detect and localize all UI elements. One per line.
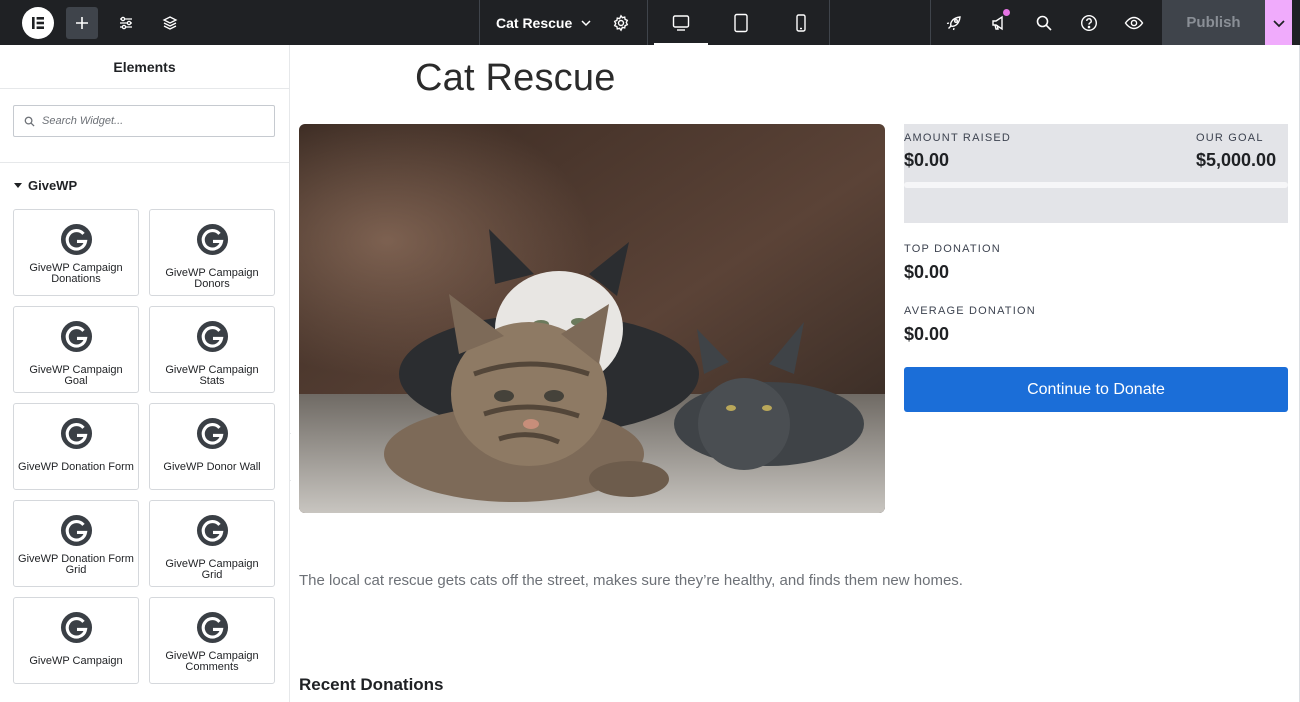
tablet-icon — [734, 13, 748, 32]
givewp-icon — [60, 223, 92, 256]
average-donation-stat: AVERAGE DONATION $0.00 — [904, 305, 1288, 345]
widget-card[interactable]: GiveWP Campaign Donors — [149, 209, 275, 296]
chevron-down-icon[interactable] — [580, 17, 592, 29]
editor-canvas: Cat Rescue AMOUNT RAISED $0.00 OUR GOAL … — [291, 45, 1300, 702]
widget-label: GiveWP Donation Form Grid — [18, 553, 134, 576]
givewp-icon — [60, 417, 92, 450]
widget-card[interactable]: GiveWP Campaign — [13, 597, 139, 684]
elements-panel: Elements Search Widget... GiveWP GiveWP … — [0, 45, 290, 702]
category-givewp-toggle[interactable]: GiveWP — [0, 163, 289, 207]
top-donation-stat: TOP DONATION $0.00 — [904, 243, 1288, 283]
givewp-icon — [60, 611, 92, 644]
top-donation-label: TOP DONATION — [904, 243, 1001, 255]
page-title[interactable]: Cat Rescue — [415, 57, 616, 100]
amount-raised-label: AMOUNT RAISED — [904, 132, 1012, 144]
campaign-description: The local cat rescue gets cats off the s… — [299, 572, 963, 589]
amount-raised-value: $0.00 — [904, 150, 950, 170]
widget-card[interactable]: GiveWP Campaign Comments — [149, 597, 275, 684]
panel-title: Elements — [0, 45, 289, 89]
layers-icon — [162, 15, 178, 30]
mobile-mode-button[interactable] — [774, 0, 828, 45]
mobile-icon — [796, 13, 806, 32]
publish-options-button[interactable] — [1265, 0, 1292, 45]
elementor-logo-icon[interactable] — [22, 6, 54, 39]
widget-card[interactable]: GiveWP Campaign Grid — [149, 500, 275, 587]
desktop-mode-button[interactable] — [654, 0, 708, 45]
givewp-icon — [60, 320, 92, 353]
top-bar-spacer — [830, 0, 931, 45]
gear-icon[interactable] — [612, 13, 630, 32]
widget-label: GiveWP Campaign Donations — [29, 262, 123, 285]
campaign-stats: AMOUNT RAISED $0.00 OUR GOAL $5,000.00 T… — [904, 124, 1288, 412]
givewp-icon — [196, 320, 228, 353]
goal-progress-bar — [904, 182, 1288, 188]
our-goal-value: $5,000.00 — [1196, 150, 1277, 170]
givewp-icon — [196, 611, 228, 644]
givewp-icon — [196, 223, 228, 256]
widget-label: GiveWP Campaign Stats — [165, 364, 259, 387]
desktop-icon — [672, 14, 690, 31]
widget-grid: GiveWP Campaign Donations GiveWP Campaign… — [13, 209, 275, 684]
widget-card[interactable]: GiveWP Donation Form — [13, 403, 139, 490]
document-title[interactable]: Cat Rescue — [496, 15, 572, 31]
widget-search-wrapper: Search Widget... — [0, 89, 289, 163]
widget-label: GiveWP Campaign — [29, 655, 123, 667]
publish-button[interactable]: Publish — [1162, 0, 1265, 45]
preview-eye-icon[interactable] — [1111, 0, 1156, 45]
continue-to-donate-button[interactable]: Continue to Donate — [904, 367, 1288, 412]
document-settings-group: Cat Rescue — [480, 0, 648, 45]
widget-label: GiveWP Campaign Donors — [165, 267, 259, 290]
our-goal-label: OUR GOAL — [1196, 132, 1264, 144]
widget-label: GiveWP Campaign Comments — [165, 650, 259, 673]
announcement-icon[interactable] — [976, 0, 1021, 45]
search-placeholder: Search Widget... — [42, 115, 124, 127]
widget-card[interactable]: GiveWP Campaign Donations — [13, 209, 139, 296]
widget-card[interactable]: GiveWP Donation Form Grid — [13, 500, 139, 587]
help-icon[interactable] — [1066, 0, 1111, 45]
structure-button[interactable] — [154, 7, 186, 39]
site-settings-button[interactable] — [110, 7, 142, 39]
widget-card[interactable]: GiveWP Campaign Goal — [13, 306, 139, 393]
top-donation-value: $0.00 — [904, 262, 950, 282]
search-icon[interactable] — [1021, 0, 1066, 45]
top-bar-left-group — [0, 0, 480, 45]
rocket-icon[interactable] — [931, 0, 976, 45]
widget-search-input[interactable]: Search Widget... — [13, 105, 275, 137]
widget-card[interactable]: GiveWP Donor Wall — [149, 403, 275, 490]
campaign-image[interactable] — [299, 124, 885, 513]
plus-icon — [76, 16, 88, 29]
top-bar-right-group: Publish — [931, 0, 1300, 45]
chevron-down-icon — [1272, 19, 1285, 27]
widget-card[interactable]: GiveWP Campaign Stats — [149, 306, 275, 393]
caret-down-icon — [14, 182, 22, 188]
add-element-button[interactable] — [66, 6, 98, 39]
responsive-mode-switcher — [648, 0, 830, 45]
givewp-icon — [60, 514, 92, 547]
widget-label: GiveWP Campaign Goal — [29, 364, 123, 387]
recent-donations-heading: Recent Donations — [299, 675, 444, 694]
average-donation-label: AVERAGE DONATION — [904, 305, 1036, 317]
sliders-icon — [120, 16, 132, 29]
givewp-icon — [196, 514, 228, 547]
widget-label: GiveWP Campaign Grid — [165, 558, 259, 581]
campaign-goal-box: AMOUNT RAISED $0.00 OUR GOAL $5,000.00 — [904, 124, 1288, 223]
givewp-icon — [196, 417, 228, 450]
widget-label: GiveWP Donation Form — [18, 461, 134, 473]
widget-label: GiveWP Donor Wall — [163, 461, 261, 473]
notification-dot — [1003, 9, 1010, 16]
search-icon — [24, 116, 35, 127]
tablet-mode-button[interactable] — [714, 0, 768, 45]
average-donation-value: $0.00 — [904, 324, 950, 344]
category-label: GiveWP — [28, 177, 78, 193]
editor-top-bar: Cat Rescue Publish — [0, 0, 1300, 45]
